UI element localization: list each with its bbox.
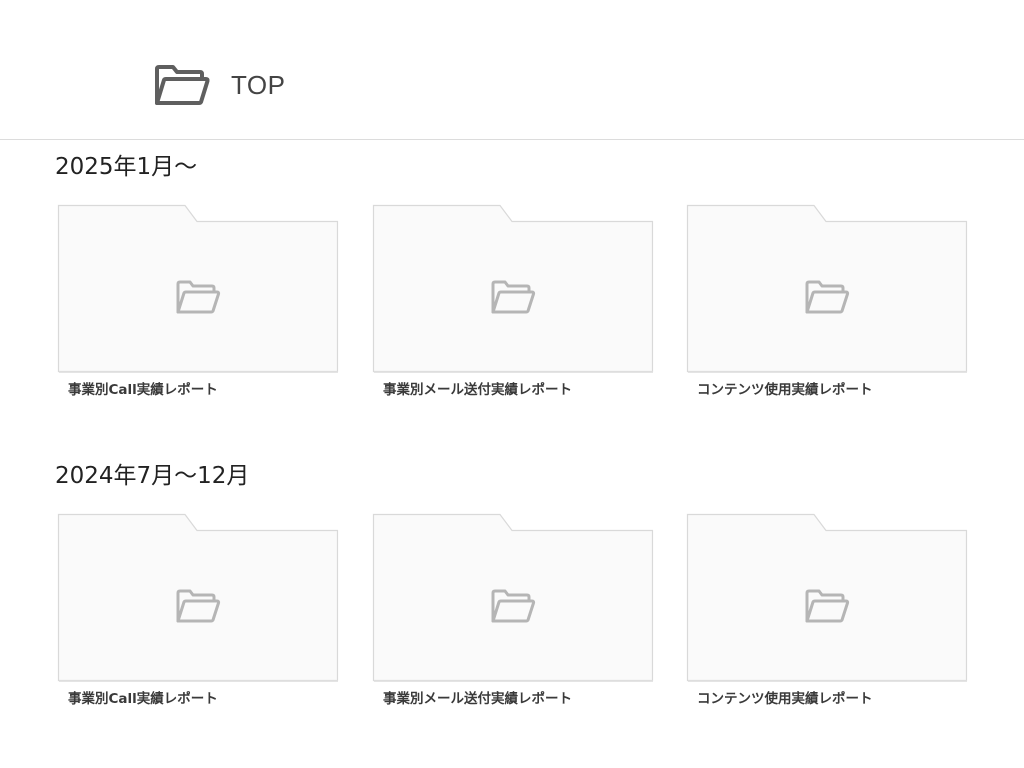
folder-label: 事業別メール送付実績レポート — [383, 691, 572, 707]
folder-card[interactable]: コンテンツ使用実績レポート — [686, 512, 968, 707]
folder-label: 事業別メール送付実績レポート — [383, 382, 572, 398]
folder-card[interactable]: コンテンツ使用実績レポート — [686, 203, 968, 398]
folder-card[interactable]: 事業別Call実績レポート — [57, 512, 339, 707]
page-header: TOP — [0, 0, 1024, 140]
folder-open-icon — [491, 280, 536, 314]
folder-open-icon — [805, 280, 850, 314]
folder-open-icon — [155, 65, 210, 105]
folder-label: コンテンツ使用実績レポート — [697, 691, 873, 707]
folder-label: 事業別Call実績レポート — [68, 691, 218, 707]
folder-card[interactable]: 事業別Call実績レポート — [57, 203, 339, 398]
folder-label: 事業別Call実績レポート — [68, 382, 218, 398]
folder-open-icon — [491, 589, 536, 623]
section-title: 2025年1月〜 — [55, 154, 198, 180]
section-title: 2024年7月〜12月 — [55, 463, 250, 489]
folder-open-icon — [176, 280, 221, 314]
page-title: TOP — [231, 70, 286, 100]
folder-label: コンテンツ使用実績レポート — [697, 382, 873, 398]
folder-card[interactable]: 事業別メール送付実績レポート — [372, 512, 654, 707]
folder-open-icon — [805, 589, 850, 623]
folder-card[interactable]: 事業別メール送付実績レポート — [372, 203, 654, 398]
folder-open-icon — [176, 589, 221, 623]
